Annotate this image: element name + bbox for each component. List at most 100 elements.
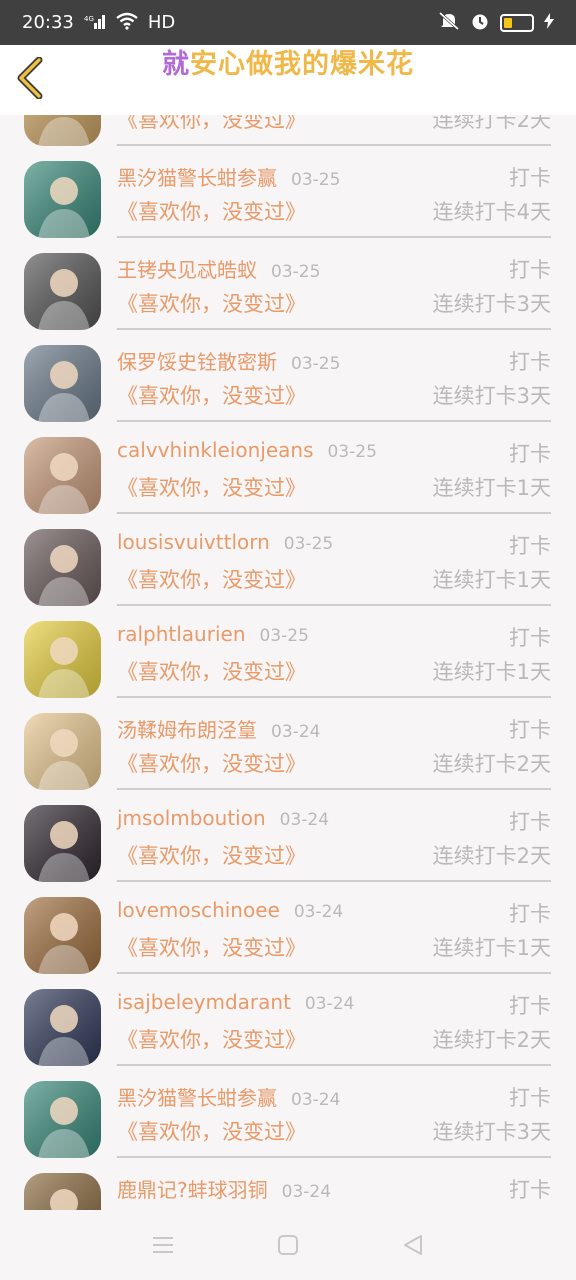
checkin-list[interactable]: 《喜欢你，没变过》 连续打卡2天 黑汐猫警长蚶参赢 03-25 打卡 《喜欢你，没变过》连… — [0, 115, 576, 1210]
user-name: 保罗馁史铨散密斯 03-25 — [117, 350, 341, 374]
list-item[interactable]: ralphtlaurien 03-25 打卡《喜欢你，没变过》 连续打卡1天 — [0, 605, 576, 698]
checkin-date: 03-25 — [327, 442, 377, 462]
checkin-date: 03-24 — [271, 722, 321, 742]
checkin-label: 打卡 — [509, 1178, 551, 1202]
checkin-date: 03-24 — [281, 1182, 332, 1202]
checkin-date: 03-25 — [271, 262, 321, 282]
checkin-date: 03-25 — [291, 170, 341, 190]
streak-count: 连续打卡4天 — [432, 200, 551, 224]
list-item[interactable]: calvvhinkleionjeans 03-25 打卡《喜欢你，没变过》 连续打卡1… — [0, 421, 576, 514]
page-title: 就安心做我的爆米花 — [162, 49, 414, 80]
charging-icon — [544, 13, 554, 32]
avatar[interactable] — [24, 621, 101, 698]
checkin-label: 打卡 — [509, 626, 551, 650]
song-title: 《喜欢你，没变过》 — [117, 1028, 306, 1052]
avatar[interactable] — [24, 253, 101, 330]
checkin-label: 打卡 — [509, 534, 551, 558]
checkin-date: 03-24 — [291, 1090, 341, 1110]
user-name: 黑汐猫警长蚶参赢 03-25 — [117, 166, 341, 190]
streak-count: 连续打卡3天 — [432, 384, 551, 408]
checkin-date: 03-24 — [304, 994, 355, 1014]
list-item[interactable]: jmsolmboution 03-24 打卡《喜欢你，没变过》 连续打卡2天 — [0, 789, 576, 882]
avatar[interactable] — [24, 529, 101, 606]
user-name: ralphtlaurien 03-25 — [117, 622, 309, 646]
streak-count: 连续打卡2天 — [432, 752, 551, 776]
checkin-label: 打卡 — [509, 994, 551, 1018]
song-title: 《喜欢你，没变过》 — [117, 1120, 306, 1144]
user-name: lousisvuivttlorn 03-25 — [117, 530, 334, 554]
song-title: 《喜欢你，没变过》 — [117, 476, 306, 500]
checkin-label: 打卡 — [509, 1086, 551, 1110]
avatar[interactable] — [24, 161, 101, 238]
status-time: 20:33 — [22, 12, 74, 33]
avatar[interactable] — [24, 713, 101, 790]
song-title: 《喜欢你，没变过》 — [117, 292, 306, 316]
avatar[interactable] — [24, 437, 101, 514]
checkin-date: 03-24 — [293, 902, 344, 922]
checkin-label: 打卡 — [509, 810, 551, 834]
home-square-icon — [277, 1235, 298, 1255]
back-triangle-icon — [404, 1235, 423, 1255]
streak-count: 连续打卡3天 — [432, 1120, 551, 1144]
avatar[interactable] — [24, 1173, 101, 1210]
hd-label: HD — [147, 12, 176, 33]
streak-count: 连续打卡1天 — [432, 660, 551, 684]
list-item[interactable]: 黑汐猫警长蚶参赢 03-25 打卡《喜欢你，没变过》 连续打卡4天 — [0, 145, 576, 238]
status-bar: 20:33 4G HD — [0, 0, 576, 45]
menu-icon — [152, 1237, 173, 1253]
battery-icon — [500, 13, 534, 32]
streak-count: 连续打卡3天 — [432, 292, 551, 316]
checkin-date: 03-24 — [279, 810, 330, 830]
streak-count: 连续打卡1天 — [432, 476, 551, 500]
streak-count: 连续打卡2天 — [432, 115, 551, 132]
list-item[interactable]: isajbeleymdarant 03-24 打卡 《喜欢你，没变过》 连续打卡2天 — [0, 973, 576, 1066]
avatar[interactable] — [24, 897, 101, 974]
song-title: 《喜欢你，没变过》 — [117, 115, 306, 132]
checkin-label: 打卡 — [509, 350, 551, 374]
song-title: 《喜欢你，没变过》 — [117, 936, 306, 960]
song-title: 《喜欢你，没变过》 — [117, 384, 306, 408]
checkin-label: 打卡 — [509, 166, 551, 190]
song-title: 《喜欢你，没变过》 — [117, 660, 306, 684]
user-name: 汤鞣姆布朗泾篁 03-24 — [117, 718, 321, 742]
list-item[interactable]: 鹿鼎记?蚌球羽铜 03-24 打卡 — [0, 1157, 576, 1210]
song-title: 《喜欢你，没变过》 — [117, 752, 306, 776]
list-item[interactable]: 汤鞣姆布朗泾篁 03-24 打卡《喜欢你，没变过》 连续打卡2天 — [0, 697, 576, 790]
list-item[interactable]: 《喜欢你，没变过》 连续打卡2天 — [0, 115, 576, 146]
list-item[interactable]: 王铐央见忒皓蚁 03-25 打卡《喜欢你，没变过》 连续打卡3天 — [0, 237, 576, 330]
checkin-label: 打卡 — [509, 258, 551, 282]
avatar[interactable] — [24, 805, 101, 882]
checkin-label: 打卡 — [509, 718, 551, 742]
user-name: calvvhinkleionjeans 03-25 — [117, 438, 377, 462]
streak-count: 连续打卡2天 — [432, 844, 551, 868]
mute-icon — [438, 11, 460, 34]
checkin-date: 03-25 — [283, 534, 334, 554]
checkin-date: 03-25 — [259, 626, 309, 646]
user-name: jmsolmboution 03-24 — [117, 806, 330, 830]
signal-icon: 4G — [84, 13, 106, 32]
checkin-label: 打卡 — [509, 442, 551, 466]
list-item[interactable]: lousisvuivttlorn 03-25 打卡 《喜欢你，没变过》 连续打卡1天 — [0, 513, 576, 606]
avatar[interactable] — [24, 1081, 101, 1158]
list-item[interactable]: 黑汐猫警长蚶参赢 03-24 打卡 《喜欢你，没变过》 连续打卡3天 — [0, 1065, 576, 1158]
song-title: 《喜欢你，没变过》 — [117, 844, 306, 868]
song-title: 《喜欢你，没变过》 — [117, 568, 306, 592]
user-name: 鹿鼎记?蚌球羽铜 03-24 — [117, 1178, 332, 1202]
avatar[interactable] — [24, 989, 101, 1066]
home-nav-button[interactable] — [268, 1225, 308, 1265]
avatar[interactable] — [24, 115, 101, 146]
menu-nav-button[interactable] — [143, 1225, 183, 1265]
checkin-date: 03-25 — [291, 354, 341, 374]
alarm-icon — [470, 11, 490, 34]
song-title: 《喜欢你，没变过》 — [117, 200, 306, 224]
checkin-label: 打卡 — [509, 902, 551, 926]
svg-text:4G: 4G — [84, 15, 94, 23]
user-name: 王铐央见忒皓蚁 03-25 — [117, 258, 321, 282]
back-nav-button[interactable] — [393, 1225, 433, 1265]
system-nav-bar — [0, 1210, 576, 1280]
list-item[interactable]: lovemoschinoee 03-24 打卡 《喜欢你，没变过》 连续打卡1天 — [0, 881, 576, 974]
avatar[interactable] — [24, 345, 101, 422]
list-item[interactable]: 保罗馁史铨散密斯 03-25 打卡《喜欢你，没变过》 连续打卡3天 — [0, 329, 576, 422]
user-name: isajbeleymdarant 03-24 — [117, 990, 355, 1014]
wifi-icon — [116, 12, 138, 33]
